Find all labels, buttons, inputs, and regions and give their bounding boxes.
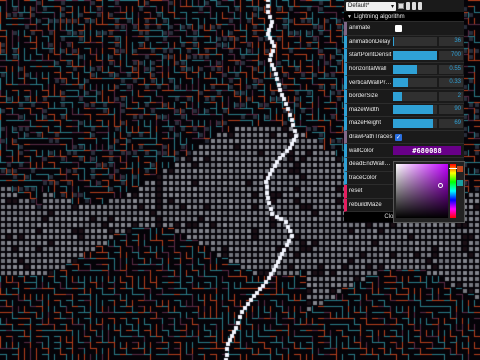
border-size-slider[interactable] (393, 91, 437, 101)
preset-option-checkbox[interactable] (398, 3, 404, 9)
horizontal-wall-label: horizontalWall (349, 66, 387, 73)
border-size-row: borderSize 2 (344, 89, 464, 104)
dead-end-wall-color-label: deadEndWallC... (349, 161, 393, 168)
saturation-value-field[interactable] (396, 164, 448, 218)
border-size-slider-fill (393, 91, 402, 101)
vertical-wall-prob-label: verticalWallPro... (349, 79, 393, 86)
new-preset-button[interactable] (412, 2, 416, 10)
draw-path-traces-row: drawPathTraces ✓ (344, 130, 464, 145)
rebuild-maze-button[interactable]: rebuildMaze (347, 202, 393, 208)
animation-delay-row: animationDelay 36 (344, 35, 464, 50)
animate-checkbox[interactable] (395, 24, 402, 32)
animation-delay-slider-fill (393, 37, 395, 47)
start-point-density-input[interactable]: 700 (439, 50, 463, 60)
vertical-wall-prob-slider-fill (393, 78, 408, 88)
maze-width-row: mazeWidth 90 (344, 103, 464, 118)
horizontal-wall-input[interactable]: 0.55 (439, 64, 463, 74)
maze-height-slider-fill (393, 118, 433, 128)
save-preset-button[interactable] (406, 2, 410, 10)
vertical-wall-prob-slider[interactable] (393, 78, 437, 88)
trace-color-label: traceColor (349, 174, 377, 181)
animate-label: animate (349, 25, 371, 32)
chevron-down-icon: ▾ (390, 3, 394, 10)
horizontal-wall-slider[interactable] (393, 64, 437, 74)
hue-slider-marker[interactable] (449, 168, 457, 169)
wall-color-input[interactable]: #680088 (393, 146, 461, 156)
preset-select[interactable]: Default* ▾ (346, 1, 396, 11)
maze-width-input[interactable]: 90 (439, 105, 463, 115)
vertical-wall-prob-row: verticalWallPro... 0.33 (344, 76, 464, 90)
animate-row: animate (344, 22, 464, 36)
color-picker-knob[interactable] (438, 183, 443, 188)
horizontal-wall-slider-fill (393, 64, 418, 74)
color-picker-popup (393, 161, 465, 223)
horizontal-wall-row: horizontalWall 0.55 (344, 62, 464, 77)
hue-slider[interactable] (450, 164, 456, 218)
wall-color-label: wallColor (349, 147, 374, 154)
trace-color-swatch[interactable] (457, 180, 463, 186)
maze-height-row: mazeHeight 69 (344, 117, 464, 131)
start-point-density-label: startPointDensit (349, 52, 392, 59)
maze-height-slider[interactable] (393, 118, 437, 128)
preset-select-label: Default* (348, 3, 370, 9)
start-point-density-slider-fill (393, 50, 437, 60)
caret-down-icon: ▼ (347, 13, 352, 20)
animation-delay-slider[interactable] (393, 37, 437, 47)
vertical-wall-prob-input[interactable]: 0.33 (439, 78, 463, 88)
wall-color-row: wallColor #680088 (344, 144, 464, 158)
folder-lightning-algorithm[interactable]: ▼ Lightning algorithm (344, 12, 464, 22)
border-size-input[interactable]: 2 (439, 91, 463, 101)
draw-path-traces-label: drawPathTraces (349, 134, 393, 141)
border-size-label: borderSize (349, 93, 379, 100)
dead-end-color-swatch[interactable] (457, 166, 463, 172)
start-point-density-slider[interactable] (393, 50, 437, 60)
maze-width-slider[interactable] (393, 105, 437, 115)
maze-height-input[interactable]: 69 (439, 118, 463, 128)
revert-preset-button[interactable] (418, 2, 422, 10)
presets-bar: Default* ▾ (344, 0, 464, 12)
reset-button[interactable]: reset (347, 188, 393, 194)
start-point-density-row: startPointDensit 700 (344, 49, 464, 63)
maze-width-label: mazeWidth (349, 106, 380, 113)
maze-width-slider-fill (393, 105, 433, 115)
draw-path-traces-checkbox[interactable]: ✓ (395, 133, 402, 141)
folder-title-label: Lightning algorithm (353, 13, 405, 20)
animation-delay-input[interactable]: 36 (439, 37, 463, 47)
animation-delay-label: animationDelay (349, 38, 391, 45)
maze-height-label: mazeHeight (349, 120, 382, 127)
